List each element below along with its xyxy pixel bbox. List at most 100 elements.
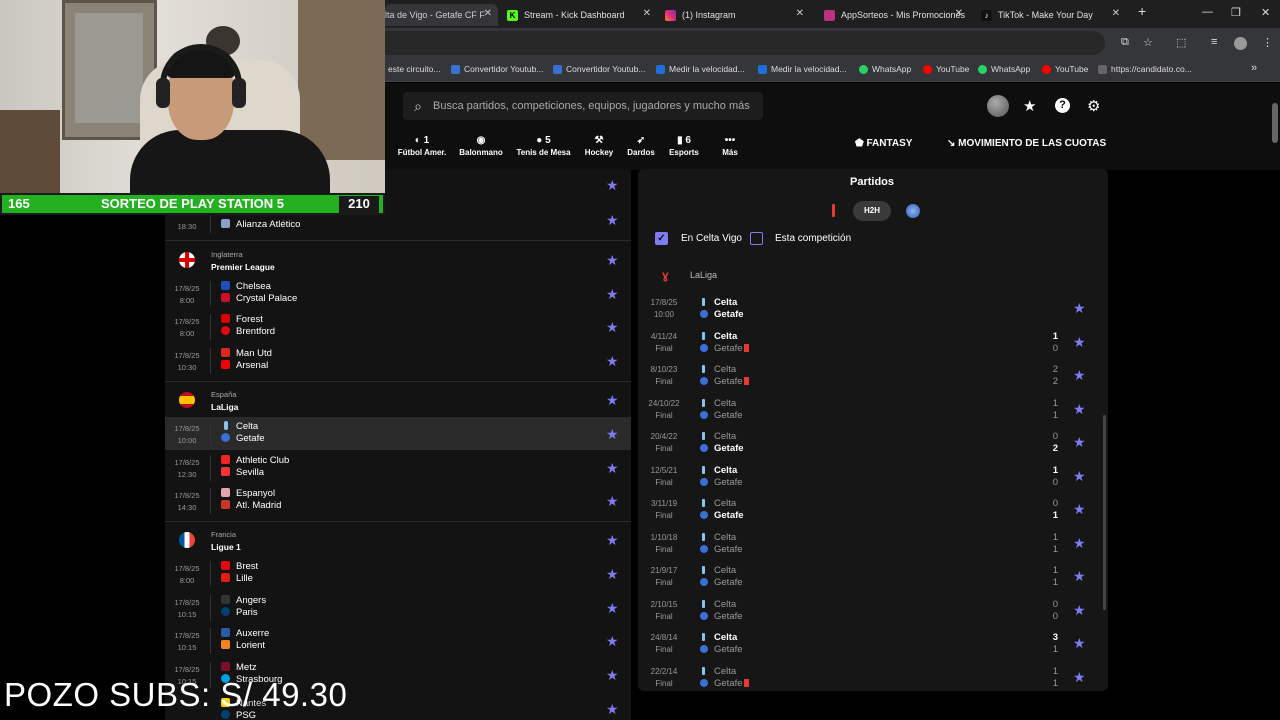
bookmark-item[interactable]: Medir la velocidad... xyxy=(758,64,847,74)
h2h-row[interactable]: 4/11/24 Final Celta Getafe 1 0 ★ xyxy=(638,326,1106,359)
favorite-star-icon[interactable]: ★ xyxy=(1073,535,1086,552)
sport-handball[interactable]: ◉ Balonmano xyxy=(457,135,505,157)
h2h-row[interactable]: 2/10/15 Final Celta Getafe 0 0 ★ xyxy=(638,594,1106,627)
favorite-star-icon[interactable]: ★ xyxy=(606,426,619,443)
tab-kick-dashboard[interactable]: K Stream - Kick Dashboard ✕ xyxy=(507,4,657,26)
odds-movement-link[interactable]: ↘ MOVIMIENTO DE LAS CUOTAS xyxy=(947,138,1106,149)
league-header-laliga[interactable]: España LaLiga ★ xyxy=(165,384,631,417)
h2h-toggle[interactable]: H2H xyxy=(853,201,891,221)
gear-icon[interactable]: ⚙ xyxy=(1087,97,1100,115)
bookmark-star-icon[interactable]: ☆ xyxy=(1143,36,1153,49)
tab-celta-getafe[interactable]: lta de Vigo - Getafe CF F ✕ xyxy=(385,4,498,26)
favorite-star-icon[interactable]: ★ xyxy=(606,532,619,549)
tab-instagram[interactable]: (1) Instagram ✕ xyxy=(665,4,810,26)
favorite-star-icon[interactable]: ★ xyxy=(606,460,619,477)
favorite-star-icon[interactable]: ★ xyxy=(606,177,619,194)
match-row[interactable]: 17/8/25 8:00 Brest Lille ★ xyxy=(165,557,631,590)
bookmarks-overflow-icon[interactable]: » xyxy=(1251,62,1257,74)
close-icon[interactable]: ✕ xyxy=(955,8,963,19)
match-row[interactable]: 17/8/25 10:15 Auxerre Lorient ★ xyxy=(165,624,631,657)
close-icon[interactable]: ✕ xyxy=(643,8,651,19)
address-input[interactable] xyxy=(385,31,1105,55)
h2h-row[interactable]: 8/10/23 Final Celta Getafe 2 2 ★ xyxy=(638,359,1106,392)
h2h-row[interactable]: 24/8/14 Final Celta Getafe 3 1 ★ xyxy=(638,627,1106,660)
sport-table-tennis[interactable]: ● 5 Tenis de Mesa xyxy=(515,135,572,157)
maximize-icon[interactable]: ❐ xyxy=(1231,6,1241,19)
favorite-star-icon[interactable]: ★ xyxy=(1073,434,1086,451)
favorite-star-icon[interactable]: ★ xyxy=(606,319,619,336)
getafe-crest-icon[interactable] xyxy=(906,204,920,218)
favorite-star-icon[interactable]: ★ xyxy=(1073,602,1086,619)
h2h-row[interactable]: 3/11/19 Final Celta Getafe 0 1 ★ xyxy=(638,493,1106,526)
panel-scrollbar[interactable] xyxy=(1103,415,1106,610)
h2h-row[interactable]: 12/5/21 Final Celta Getafe 1 0 ★ xyxy=(638,460,1106,493)
extensions-icon[interactable]: ⬚ xyxy=(1176,36,1186,49)
tab-tiktok[interactable]: ♪ TikTok - Make Your Day ✕ xyxy=(981,4,1126,26)
search-input[interactable]: ⌕ Busca partidos, competiciones, equipos… xyxy=(403,92,763,120)
match-row[interactable]: 17/8/25 8:00 Forest Brentford ★ xyxy=(165,310,631,343)
match-row[interactable]: 17/8/25 10:15 Angers Paris ★ xyxy=(165,591,631,624)
favorite-star-icon[interactable]: ★ xyxy=(606,633,619,650)
reading-list-icon[interactable]: ≡ xyxy=(1211,36,1217,48)
league-header-premier[interactable]: Inglaterra Premier League ★ xyxy=(165,244,631,277)
avatar[interactable] xyxy=(987,95,1009,117)
league-header-ligue1[interactable]: Francia Ligue 1 ★ xyxy=(165,524,631,557)
favorite-star-icon[interactable]: ★ xyxy=(1073,300,1086,317)
favorite-star-icon[interactable]: ★ xyxy=(606,566,619,583)
sport-more[interactable]: ••• Más xyxy=(715,135,745,157)
window-close-icon[interactable]: ✕ xyxy=(1261,6,1270,19)
competition-filter-checkbox[interactable] xyxy=(750,232,763,245)
favorite-star-icon[interactable]: ★ xyxy=(606,667,619,684)
close-icon[interactable]: ✕ xyxy=(484,8,492,19)
favorite-star-icon[interactable]: ★ xyxy=(606,600,619,617)
favorite-star-icon[interactable]: ★ xyxy=(606,701,619,718)
sport-esports[interactable]: ▮ 6 Esports xyxy=(666,135,702,157)
favorite-star-icon[interactable]: ★ xyxy=(1073,635,1086,652)
fantasy-link[interactable]: ⬟ FANTASY xyxy=(855,138,912,149)
favorite-star-icon[interactable]: ★ xyxy=(606,493,619,510)
match-row[interactable]: 17/8/25 10:30 Man Utd Arsenal ★ xyxy=(165,344,631,377)
h2h-row[interactable]: 1/10/18 Final Celta Getafe 1 1 ★ xyxy=(638,527,1106,560)
sport-hockey[interactable]: ⚒ Hockey xyxy=(582,135,616,157)
match-row[interactable]: 17/8/25 8:00 Chelsea Crystal Palace ★ xyxy=(165,277,631,310)
match-row-selected[interactable]: 17/8/25 10:00 Celta Getafe ★ xyxy=(165,417,631,450)
bookmark-item[interactable]: Convertidor Youtub... xyxy=(451,64,543,74)
tab-appsorteos[interactable]: AppSorteos - Mis Promociones ✕ xyxy=(824,4,969,26)
h2h-row[interactable]: 24/10/22 Final Celta Getafe 1 1 ★ xyxy=(638,393,1106,426)
minimize-icon[interactable]: — xyxy=(1202,6,1213,18)
favorite-star-icon[interactable]: ★ xyxy=(1073,367,1086,384)
bookmark-item[interactable]: WhatsApp xyxy=(978,64,1030,74)
bookmark-item[interactable]: Medir la velocidad... xyxy=(656,64,745,74)
bookmark-item[interactable]: este circuito... xyxy=(388,64,440,74)
favorite-star-icon[interactable]: ★ xyxy=(1073,568,1086,585)
bookmark-item[interactable]: WhatsApp xyxy=(859,64,911,74)
close-icon[interactable]: ✕ xyxy=(796,8,804,19)
favorite-star-icon[interactable]: ★ xyxy=(606,392,619,409)
team-filter-checkbox[interactable]: ✓ xyxy=(655,232,668,245)
sport-american-football[interactable]: ◐ 1 Fútbol Amer. xyxy=(397,135,447,157)
menu-icon[interactable]: ⋮ xyxy=(1262,36,1273,49)
favorite-star-icon[interactable]: ★ xyxy=(606,286,619,303)
cast-icon[interactable]: ⧉ xyxy=(1121,36,1129,49)
favorite-star-icon[interactable]: ★ xyxy=(606,353,619,370)
new-tab-icon[interactable]: + xyxy=(1138,3,1146,19)
bookmark-item[interactable]: YouTube xyxy=(1042,64,1088,74)
h2h-row[interactable]: 21/9/17 Final Celta Getafe 1 1 ★ xyxy=(638,560,1106,593)
h2h-row[interactable]: 22/2/14 Final Celta Getafe 1 1 ★ xyxy=(638,661,1106,694)
h2h-row[interactable]: 20/4/22 Final Celta Getafe 0 2 ★ xyxy=(638,426,1106,459)
close-icon[interactable]: ✕ xyxy=(1112,8,1120,19)
favorite-star-icon[interactable]: ★ xyxy=(1073,501,1086,518)
favorite-star-icon[interactable]: ★ xyxy=(606,212,619,229)
favorite-star-icon[interactable]: ★ xyxy=(1073,468,1086,485)
favorite-star-icon[interactable]: ★ xyxy=(1073,401,1086,418)
favorite-star-icon[interactable]: ★ xyxy=(1073,669,1086,686)
favorite-star-icon[interactable]: ★ xyxy=(606,252,619,269)
bookmark-item[interactable]: Convertidor Youtub... xyxy=(553,64,645,74)
profile-icon[interactable] xyxy=(1234,37,1247,50)
help-icon[interactable]: ? xyxy=(1055,98,1070,113)
match-row[interactable]: 17/8/25 14:30 Espanyol Atl. Madrid ★ xyxy=(165,484,631,517)
page-scrollbar[interactable] xyxy=(1272,103,1278,143)
bookmark-item[interactable]: https://candidato.co... xyxy=(1098,64,1192,74)
match-row[interactable]: 17/8/25 12:30 Athletic Club Sevilla ★ xyxy=(165,451,631,484)
favorite-star-icon[interactable]: ★ xyxy=(1073,334,1086,351)
